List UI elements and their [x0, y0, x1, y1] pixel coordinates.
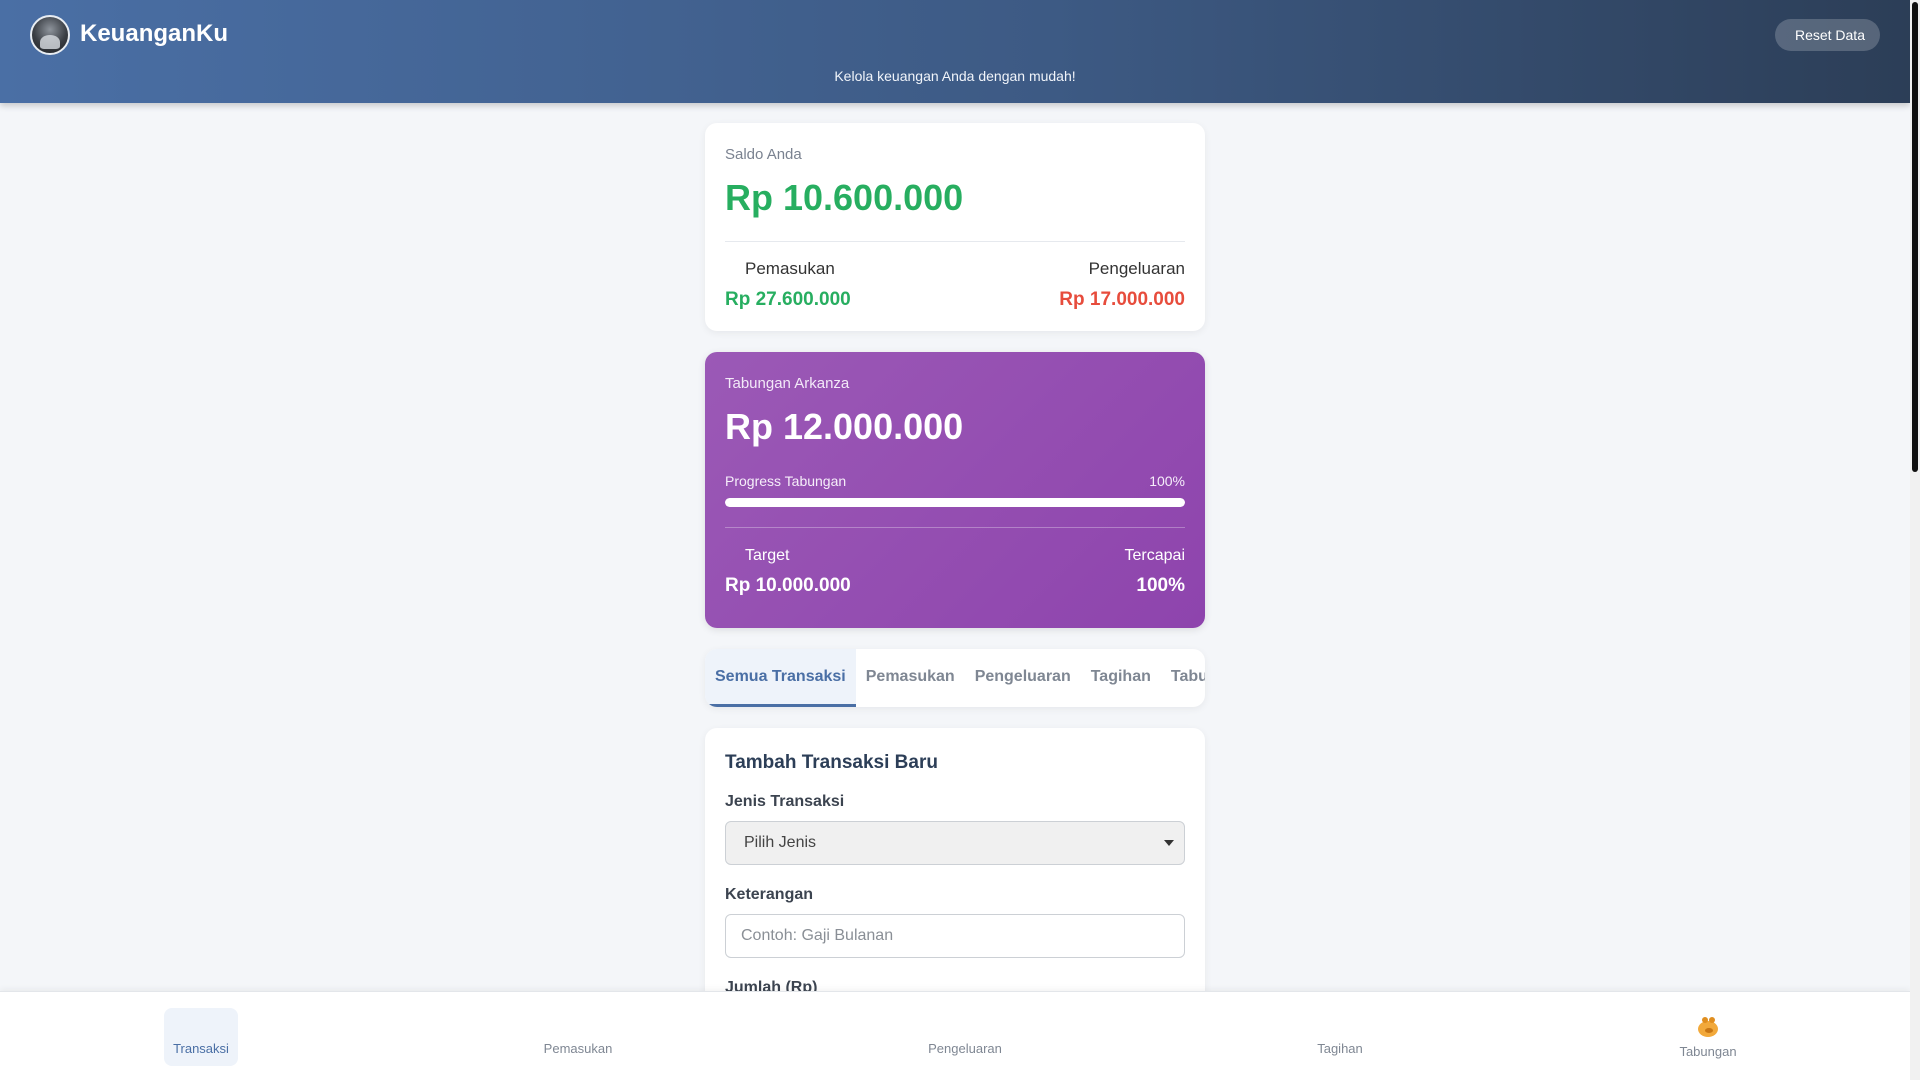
tab-pengeluaran[interactable]: Pengeluaran	[965, 649, 1081, 707]
page-scrollbar[interactable]	[1910, 0, 1920, 1080]
nav-pengeluaran-label: Pengeluaran	[928, 1040, 1002, 1056]
app-header: KeuanganKu Reset Data Kelola keuangan An…	[0, 0, 1910, 103]
balance-divider	[725, 241, 1185, 242]
exchange-icon	[193, 1019, 209, 1035]
savings-divider	[725, 527, 1185, 528]
progress-percent: 100%	[1149, 473, 1185, 489]
expense-value: Rp 17.000.000	[1059, 289, 1185, 310]
income-value: Rp 27.600.000	[725, 289, 851, 310]
type-selected-value: Pilih Jenis	[744, 834, 817, 851]
expense-label: Pengeluaran	[1088, 259, 1185, 278]
receipt-icon	[1332, 1019, 1348, 1035]
target-summary: Target Rp 10.000.000	[725, 547, 851, 597]
arrow-up-icon	[957, 1019, 973, 1035]
form-title: Tambah Transaksi Baru	[725, 752, 938, 773]
transaction-tabs: Semua Transaksi Pemasukan Pengeluaran Ta…	[705, 649, 1205, 707]
nav-pemasukan[interactable]: Pemasukan	[541, 1008, 615, 1066]
savings-label: Tabungan Arkanza	[725, 375, 850, 392]
arrow-down-icon	[570, 1019, 586, 1035]
tab-tagihan[interactable]: Tagihan	[1081, 649, 1161, 707]
transaction-type-select[interactable]: Pilih Jenis	[725, 821, 1185, 865]
savings-value: Rp 12.000.000	[725, 406, 964, 447]
reset-data-label: Reset Data	[1794, 27, 1865, 43]
savings-card: Tabungan Arkanza Rp 12.000.000 Progress …	[705, 352, 1205, 628]
piggy-bank-icon	[1696, 1016, 1720, 1038]
tab-tabungan[interactable]: Tabungan	[1161, 649, 1205, 707]
app-logo	[30, 15, 70, 55]
nav-tabungan[interactable]: Tabungan	[1671, 1008, 1745, 1066]
achieved-label: Tercapai	[1124, 547, 1185, 564]
reset-data-button[interactable]: Reset Data	[1774, 19, 1880, 51]
tab-semua-transaksi[interactable]: Semua Transaksi	[705, 649, 856, 707]
target-value: Rp 10.000.000	[725, 575, 851, 596]
app-subtitle: Kelola keuangan Anda dengan mudah!	[834, 68, 1076, 84]
nav-pengeluaran[interactable]: Pengeluaran	[928, 1008, 1002, 1066]
scrollbar-thumb[interactable]	[1912, 2, 1918, 472]
app-viewport: KeuanganKu Reset Data Kelola keuangan An…	[0, 0, 1910, 1080]
nav-tagihan[interactable]: Tagihan	[1303, 1008, 1377, 1066]
target-label: Target	[745, 547, 790, 564]
description-label: Keterangan	[725, 886, 814, 903]
income-label: Pemasukan	[745, 259, 835, 278]
achieved-value: 100%	[1136, 575, 1185, 596]
savings-progress-bar	[725, 498, 1185, 507]
bottom-navigation: Transaksi Pemasukan Pengeluaran Tagihan …	[0, 991, 1910, 1080]
nav-pemasukan-label: Pemasukan	[543, 1040, 613, 1056]
nav-transaksi-label: Transaksi	[173, 1040, 229, 1056]
add-transaction-form: Tambah Transaksi Baru Jenis Transaksi Pi…	[705, 728, 1205, 1028]
achieved-summary: Tercapai 100%	[1125, 547, 1185, 597]
arrow-up-icon	[1069, 261, 1085, 277]
balance-label: Saldo Anda	[725, 146, 802, 163]
app-title: KeuanganKu	[80, 20, 229, 47]
tab-pemasukan[interactable]: Pemasukan	[856, 649, 965, 707]
arrow-down-icon	[725, 261, 741, 277]
expense-summary: Pengeluaran Rp 17.000.000	[1059, 259, 1185, 311]
description-input[interactable]	[725, 914, 1185, 958]
chevron-down-icon	[1164, 840, 1174, 846]
target-icon	[725, 548, 741, 564]
nav-tabungan-label: Tabungan	[1679, 1043, 1737, 1059]
balance-value: Rp 10.600.000	[725, 177, 964, 218]
income-summary: Pemasukan Rp 27.600.000	[725, 259, 851, 311]
savings-progress-fill	[725, 498, 1185, 507]
progress-label: Progress Tabungan	[725, 473, 847, 489]
type-label: Jenis Transaksi	[725, 793, 845, 810]
balance-card: Saldo Anda Rp 10.600.000 Pemasukan Rp 27…	[705, 123, 1205, 331]
nav-tagihan-label: Tagihan	[1317, 1040, 1363, 1056]
main-content: Saldo Anda Rp 10.600.000 Pemasukan Rp 27…	[705, 123, 1205, 1028]
nav-transaksi[interactable]: Transaksi	[164, 1008, 238, 1066]
